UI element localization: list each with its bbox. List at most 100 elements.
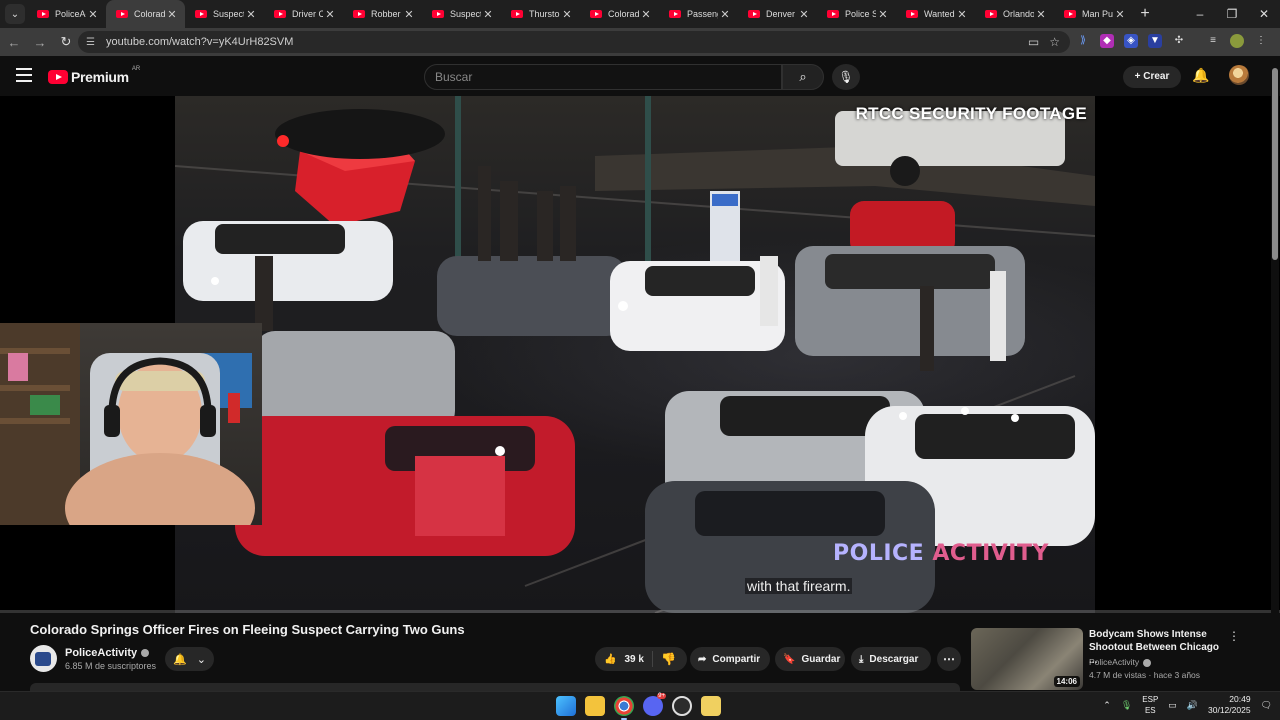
shield-extension-icon[interactable]: ◈ xyxy=(1124,34,1138,48)
tab-close-icon[interactable]: ✕ xyxy=(876,8,890,21)
guide-menu-icon[interactable] xyxy=(16,68,32,82)
share-button[interactable]: ➦ Compartir xyxy=(690,647,770,671)
minimize-icon[interactable]: – xyxy=(1184,0,1216,28)
translate-extension-icon[interactable]: ⟫ xyxy=(1076,34,1090,48)
purple-extension-icon[interactable]: ◆ xyxy=(1100,34,1114,48)
page-scrollbar[interactable] xyxy=(1271,58,1279,690)
tab-12[interactable]: Orlando ✕ xyxy=(975,0,1054,28)
video-player[interactable]: RTCC SECURITY FOOTAGE POLICE ACTIVITY wi… xyxy=(0,96,1280,613)
tab-close-icon[interactable]: ✕ xyxy=(481,8,495,21)
menu-dots-icon[interactable]: ⋮ xyxy=(1254,34,1268,48)
watermark-part-b: ACTIVITY xyxy=(932,541,1049,566)
tab-title: Suspect xyxy=(213,9,244,19)
caption-text: with that firearm. xyxy=(745,578,853,594)
more-actions-button[interactable]: ⋯ xyxy=(937,647,961,671)
network-icon[interactable]: ▭ xyxy=(1168,700,1177,711)
tab-close-icon[interactable]: ✕ xyxy=(1113,8,1127,21)
tab-13[interactable]: Man Pull✕ xyxy=(1054,0,1133,28)
microphone-icon: 🎙 xyxy=(838,70,854,84)
new-tab-icon[interactable]: + xyxy=(1133,5,1157,23)
tab-title: Passenge xyxy=(687,9,718,19)
chevron-up-icon[interactable]: ⌃ xyxy=(1103,700,1111,711)
tab-close-icon[interactable]: ✕ xyxy=(639,8,653,21)
puzzle-icon[interactable]: ✣ xyxy=(1172,34,1186,48)
tab-close-icon[interactable]: ✕ xyxy=(323,8,337,21)
file-explorer-icon[interactable] xyxy=(585,696,605,716)
youtube-favicon-icon xyxy=(590,10,602,18)
tab-11[interactable]: Wanted ✕ xyxy=(896,0,975,28)
save-button[interactable]: 🔖 Guardar xyxy=(775,647,845,671)
tab-9[interactable]: Denver F✕ xyxy=(738,0,817,28)
voice-search-button[interactable]: 🎙 xyxy=(832,64,860,90)
tab-2[interactable]: Suspect ✕ xyxy=(185,0,264,28)
discord-icon[interactable]: 9+ xyxy=(643,693,666,716)
tab-close-icon[interactable]: ✕ xyxy=(86,8,100,21)
microphone-icon[interactable]: 🎙 xyxy=(1121,700,1132,711)
app-icon[interactable] xyxy=(701,696,721,716)
seek-bar[interactable] xyxy=(0,610,1280,613)
tab-7[interactable]: Colorado✕ xyxy=(580,0,659,28)
notifications-bell-icon[interactable]: 🔔 xyxy=(1192,67,1209,84)
description-box[interactable] xyxy=(30,683,960,691)
tab-1[interactable]: Colorado✕ xyxy=(106,0,185,28)
search-button[interactable]: ⌕ xyxy=(782,64,824,90)
clock-time: 20:49 xyxy=(1229,694,1251,704)
tab-4[interactable]: Robber F✕ xyxy=(343,0,422,28)
cast-icon[interactable]: ▭ xyxy=(1028,35,1039,49)
tab-5[interactable]: Suspect ✕ xyxy=(422,0,501,28)
tab-6[interactable]: Thurston✕ xyxy=(501,0,580,28)
notifications-icon[interactable]: 🗨 xyxy=(1261,700,1272,711)
tab-10[interactable]: Police Sh✕ xyxy=(817,0,896,28)
tab-close-icon[interactable]: ✕ xyxy=(1034,8,1048,21)
site-info-icon[interactable]: ☰ xyxy=(86,37,100,48)
tab-close-icon[interactable]: ✕ xyxy=(244,8,258,21)
address-bar[interactable]: ☰ youtube.com/watch?v=yK4UrH82SVM ▭ ☆ xyxy=(78,31,1070,53)
profile-avatar-icon[interactable] xyxy=(1230,34,1244,48)
windows-start-icon[interactable] xyxy=(556,696,576,716)
back-icon[interactable]: ← xyxy=(2,35,26,50)
channel-name-link[interactable]: PoliceActivity xyxy=(65,647,150,659)
recommendation-channel[interactable]: PoliceActivity xyxy=(1089,657,1152,667)
tab-3[interactable]: Driver Cr✕ xyxy=(264,0,343,28)
tab-0[interactable]: PoliceAct✕ xyxy=(27,0,106,28)
account-avatar[interactable] xyxy=(1229,65,1249,85)
tab-search-icon[interactable]: ⌄ xyxy=(5,4,25,24)
tab-close-icon[interactable]: ✕ xyxy=(797,8,811,21)
tab-close-icon[interactable]: ✕ xyxy=(955,8,969,21)
media-controls-icon[interactable]: ≡ xyxy=(1206,34,1220,48)
volume-icon[interactable]: 🔊 xyxy=(1187,700,1198,711)
tab-close-icon[interactable]: ✕ xyxy=(718,8,732,21)
youtube-favicon-icon xyxy=(274,10,286,18)
filter-extension-icon[interactable]: ▼ xyxy=(1148,34,1162,48)
tab-8[interactable]: Passenge✕ xyxy=(659,0,738,28)
youtube-favicon-icon xyxy=(1064,10,1076,18)
recommendation-menu-icon[interactable]: ⋮ xyxy=(1228,629,1240,643)
create-button[interactable]: + Crear xyxy=(1123,66,1181,88)
dislike-button[interactable]: 👎 xyxy=(653,652,676,666)
bookmark-star-icon[interactable]: ☆ xyxy=(1049,35,1060,49)
tab-close-icon[interactable]: ✕ xyxy=(560,8,574,21)
close-window-icon[interactable]: ✕ xyxy=(1248,0,1280,28)
forward-icon[interactable]: → xyxy=(28,35,52,50)
youtube-logo[interactable]: Premium AR xyxy=(48,66,140,85)
like-count: 39 k xyxy=(624,653,644,665)
clock[interactable]: 20:49 30/12/2025 xyxy=(1208,694,1251,716)
youtube-favicon-icon xyxy=(195,10,207,18)
obs-icon[interactable] xyxy=(672,696,692,716)
language-indicator[interactable]: ESP ES xyxy=(1142,694,1158,716)
search-input[interactable]: Buscar xyxy=(424,64,782,90)
download-button[interactable]: ⤓ Descargar xyxy=(851,647,931,671)
reload-icon[interactable]: ↻ xyxy=(54,34,78,50)
tab-close-icon[interactable]: ✕ xyxy=(165,8,179,21)
tab-list: PoliceAct✕ Colorado✕ Suspect✕ Driver Cr✕… xyxy=(27,0,1133,28)
chrome-icon[interactable] xyxy=(614,696,634,720)
tab-close-icon[interactable]: ✕ xyxy=(402,8,416,21)
video-frame[interactable]: RTCC SECURITY FOOTAGE POLICE ACTIVITY wi… xyxy=(175,96,1095,613)
brand-name: Premium xyxy=(71,69,129,85)
video-title: Colorado Springs Officer Fires on Fleein… xyxy=(30,622,465,637)
restore-icon[interactable]: ❐ xyxy=(1216,0,1248,28)
channel-avatar[interactable] xyxy=(30,645,57,672)
like-button[interactable]: 👍 39 k xyxy=(595,651,653,667)
recommendation-thumbnail[interactable]: 14:06 xyxy=(971,628,1083,690)
subscription-button[interactable]: 🔔 ⌄ xyxy=(165,647,214,671)
